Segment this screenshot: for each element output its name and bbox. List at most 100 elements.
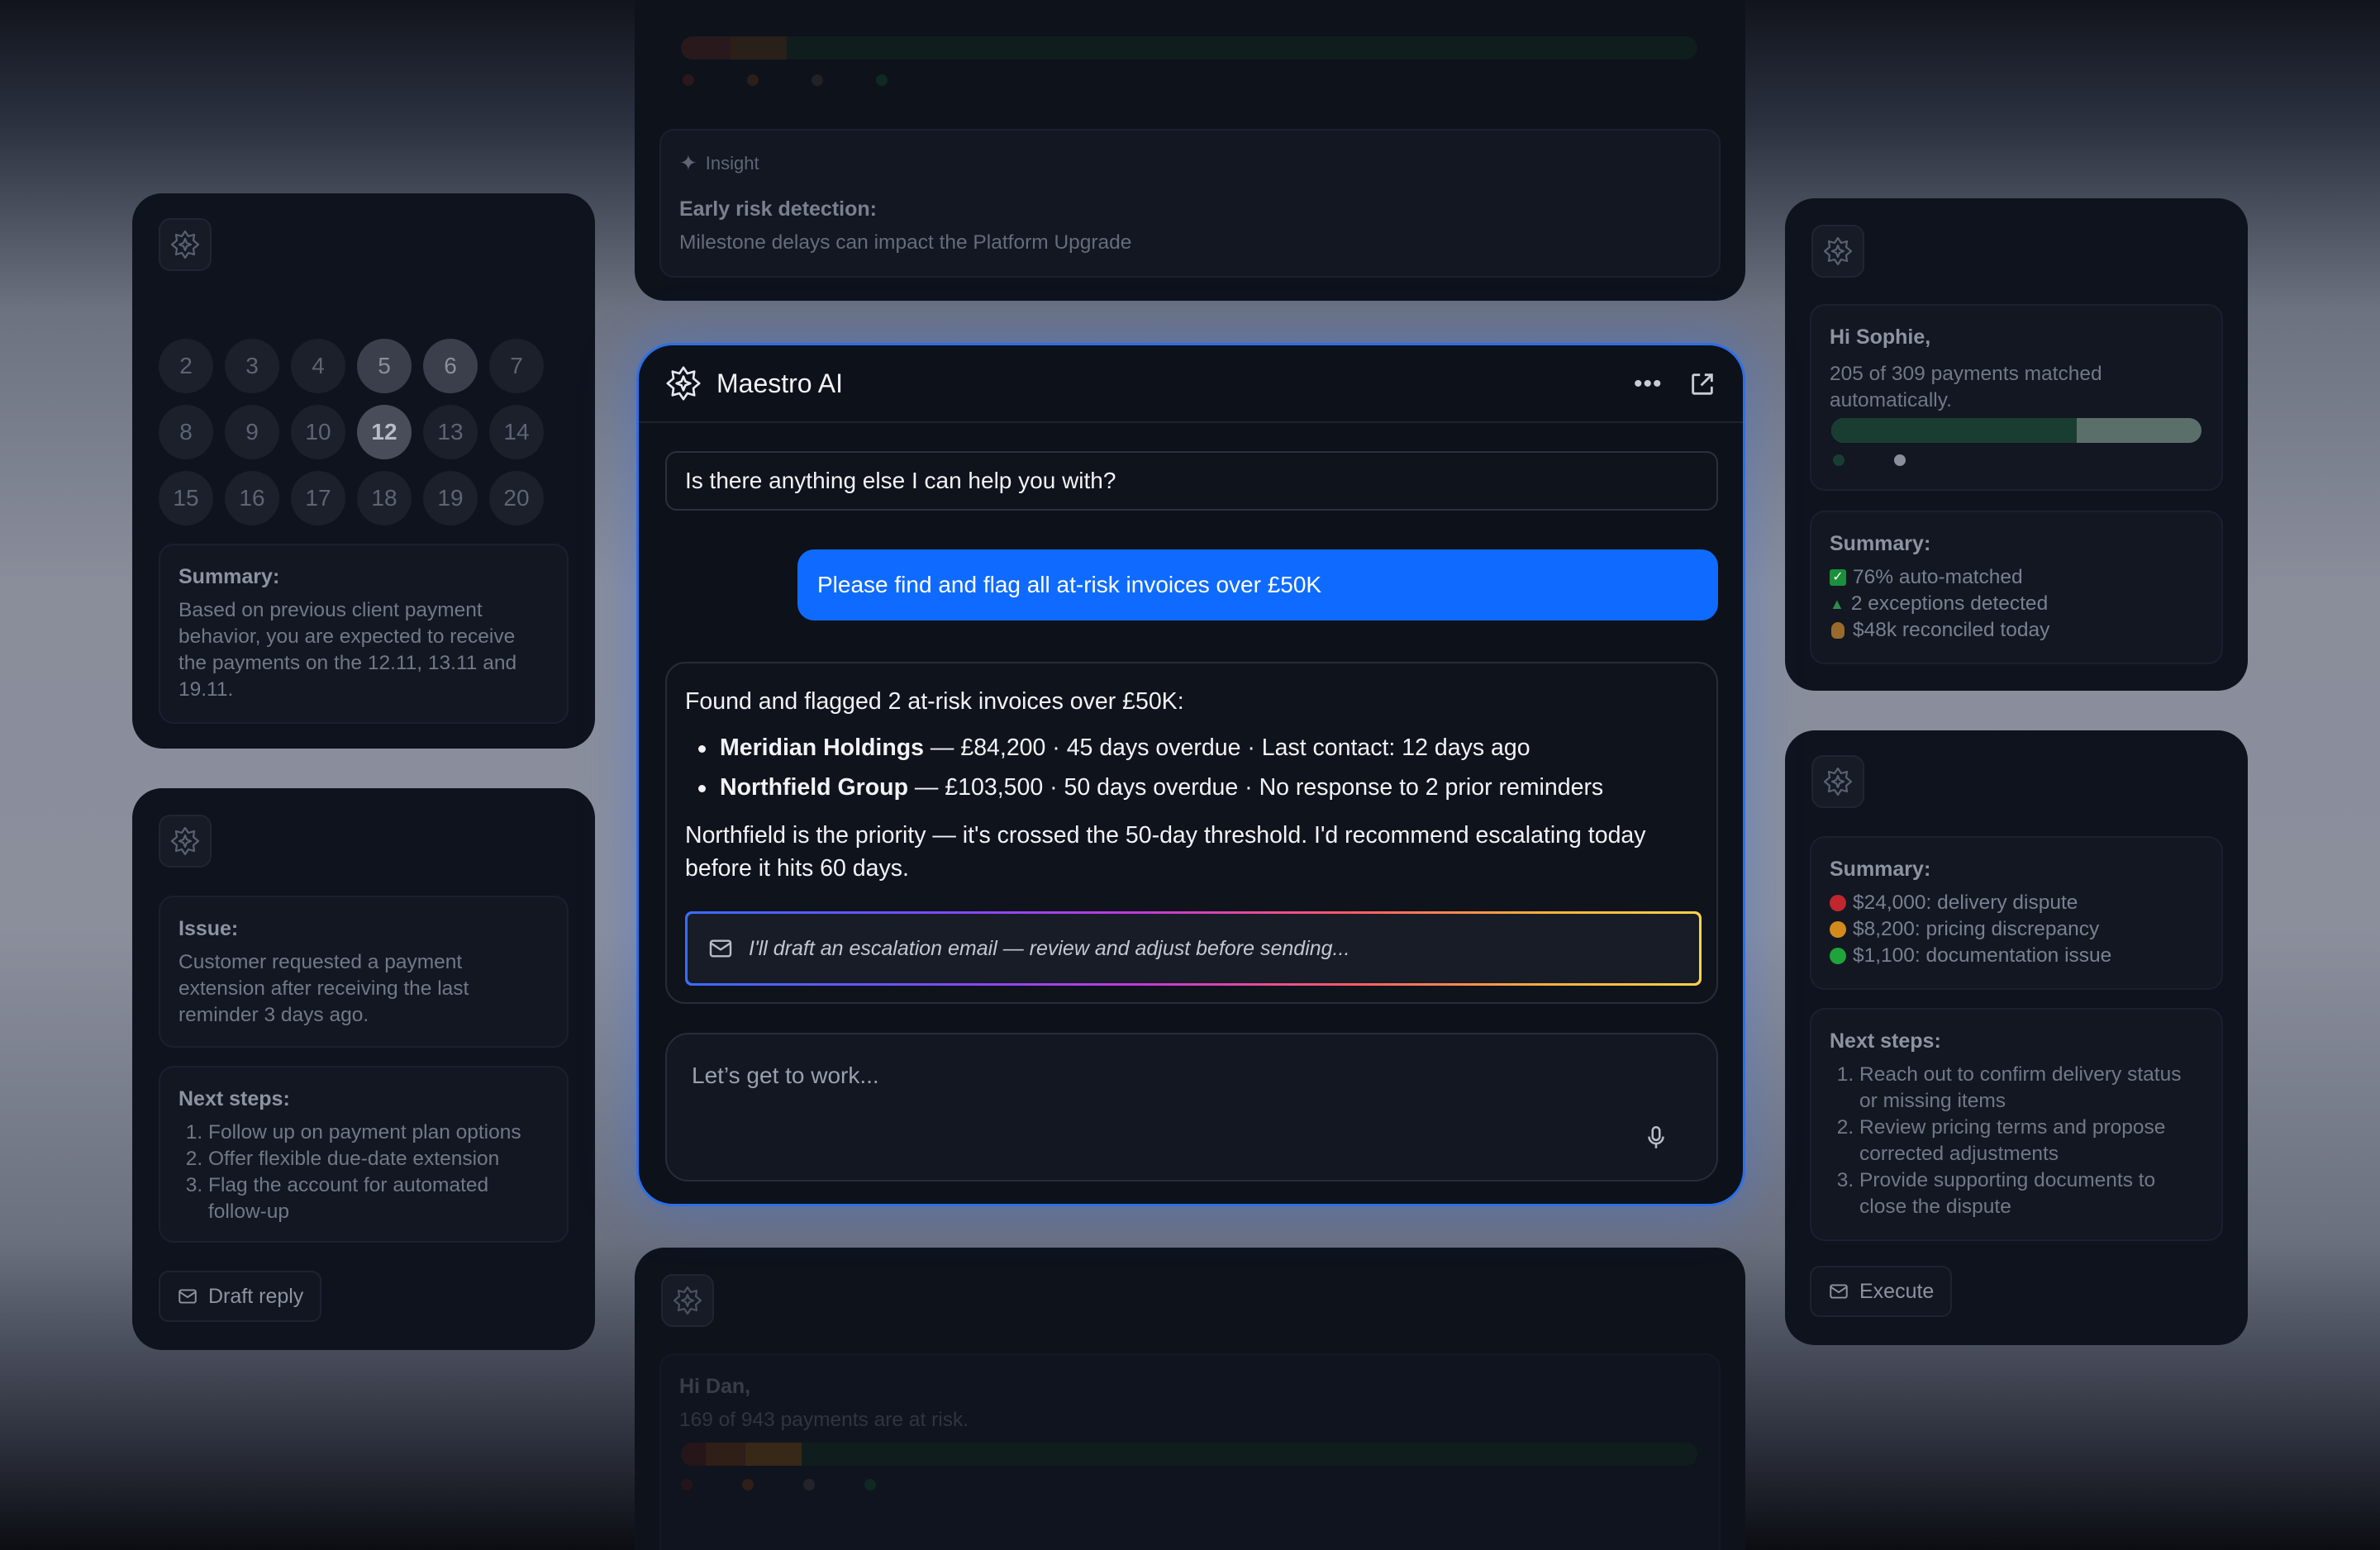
maestro-logo-icon bbox=[159, 815, 212, 868]
calendar-day-selected[interactable]: 12 bbox=[357, 405, 412, 459]
summary-item: $48k reconciled today bbox=[1830, 617, 2203, 644]
chat-header: Maestro AI ••• bbox=[639, 345, 1743, 423]
summary-title: Summary: bbox=[1830, 532, 1931, 555]
chat-input[interactable]: Let’s get to work... bbox=[665, 1033, 1718, 1182]
summary-item: ✓ 76% auto-matched bbox=[1830, 564, 2203, 591]
issue-text: Customer requested a payment extension a… bbox=[178, 951, 469, 1026]
matching-legend bbox=[1833, 454, 1906, 466]
next-steps-title: Next steps: bbox=[1830, 1029, 1941, 1053]
money-bag-icon bbox=[1831, 622, 1844, 639]
execute-label: Execute bbox=[1859, 1279, 1935, 1303]
check-icon: ✓ bbox=[1830, 569, 1846, 586]
next-steps-card: Next steps: Follow up on payment plan op… bbox=[159, 1066, 569, 1243]
maestro-logo-icon bbox=[159, 218, 212, 271]
summary-title: Summary: bbox=[1830, 858, 1931, 881]
matching-summary-card: Summary: ✓ 76% auto-matched ▲ 2 exceptions… bbox=[1810, 511, 2223, 664]
microphone-icon[interactable] bbox=[1642, 1124, 1670, 1152]
calendar-grid: 2 3 4 5 6 7 8 9 10 12 13 14 15 16 17 18 … bbox=[159, 339, 544, 525]
insight-text: Milestone delays can impact the Platform… bbox=[679, 231, 1132, 254]
greeting: Hi Sophie, bbox=[1830, 326, 1931, 349]
red-status-icon bbox=[1830, 895, 1846, 911]
user-message-bubble: Please find and flag all at-risk invoice… bbox=[797, 549, 1718, 620]
calendar-day[interactable]: 4 bbox=[291, 339, 345, 393]
calendar-day[interactable]: 3 bbox=[225, 339, 279, 393]
calendar-day[interactable]: 20 bbox=[489, 471, 544, 525]
risk-card: Hi Dan, 169 of 943 payments are at risk. bbox=[659, 1353, 1721, 1550]
greeting: Hi Dan, bbox=[679, 1375, 751, 1398]
summary-item: $24,000: delivery dispute bbox=[1830, 890, 2203, 916]
maestro-logo-icon bbox=[1811, 755, 1864, 808]
next-step-item: Reach out to confirm delivery status or … bbox=[1859, 1062, 2203, 1115]
next-step-item: Review pricing terms and propose correct… bbox=[1859, 1115, 2203, 1167]
top-insight-panel: ✦ Insight Early risk detection: Mileston… bbox=[635, 0, 1745, 301]
matching-text: 205 of 309 payments matched automaticall… bbox=[1830, 363, 2102, 411]
insight-title: Early risk detection: bbox=[679, 197, 877, 221]
green-status-icon bbox=[1830, 948, 1846, 964]
dispute-summary-card: Summary: $24,000: delivery dispute $8,20… bbox=[1810, 836, 2223, 990]
next-steps-title: Next steps: bbox=[178, 1087, 290, 1110]
maestro-chat-window: Maestro AI ••• Is there anything else I … bbox=[636, 343, 1745, 1206]
insight-card: ✦ Insight Early risk detection: Mileston… bbox=[659, 129, 1721, 278]
risk-text: 169 of 943 payments are at risk. bbox=[679, 1409, 969, 1431]
matching-card: Hi Sophie, 205 of 309 payments matched a… bbox=[1810, 304, 2223, 491]
risk-progress-bar bbox=[681, 1443, 1697, 1466]
chat-input-placeholder: Let’s get to work... bbox=[692, 1063, 879, 1088]
sparkle-icon: ✦ bbox=[679, 150, 697, 175]
issue-card: Issue: Customer requested a payment exte… bbox=[159, 896, 569, 1048]
draft-text: I'll draft an escalation email — review … bbox=[749, 936, 1350, 960]
dispute-next-steps-card: Next steps: Reach out to confirm deliver… bbox=[1810, 1008, 2223, 1241]
calendar-day[interactable]: 2 bbox=[159, 339, 213, 393]
calendar-day[interactable]: 19 bbox=[423, 471, 478, 525]
assistant-prompt: Is there anything else I can help you wi… bbox=[665, 451, 1718, 511]
calendar-day[interactable]: 13 bbox=[423, 405, 478, 459]
top-progress-bar bbox=[681, 36, 1697, 59]
calendar-day[interactable]: 8 bbox=[159, 405, 213, 459]
assistant-answer: Found and flagged 2 at-risk invoices ove… bbox=[665, 662, 1718, 1004]
payment-matching-panel: Hi Sophie, 205 of 309 payments matched a… bbox=[1785, 198, 2248, 691]
summary-text: Based on previous client payment behavio… bbox=[178, 599, 517, 701]
risk-overview-panel: Hi Dan, 169 of 943 payments are at risk. bbox=[635, 1248, 1745, 1550]
mail-icon bbox=[1828, 1281, 1849, 1302]
calendar-day[interactable]: 17 bbox=[291, 471, 345, 525]
mail-icon bbox=[177, 1286, 198, 1307]
customer-issue-panel: Issue: Customer requested a payment exte… bbox=[132, 788, 595, 1350]
next-step-item: Provide supporting documents to close th… bbox=[1859, 1167, 2203, 1220]
payment-forecast-panel: 2 3 4 5 6 7 8 9 10 12 13 14 15 16 17 18 … bbox=[132, 193, 595, 749]
next-step-item: Flag the account for automated follow-up bbox=[208, 1172, 549, 1225]
calendar-day[interactable]: 18 bbox=[357, 471, 412, 525]
draft-reply-button[interactable]: Draft reply bbox=[159, 1271, 322, 1322]
matching-progress-bar bbox=[1831, 418, 2202, 443]
dispute-panel: Summary: $24,000: delivery dispute $8,20… bbox=[1785, 730, 2248, 1345]
invoice-item: Meridian Holdings — £84,200 · 45 days ov… bbox=[685, 728, 1698, 768]
answer-intro: Found and flagged 2 at-risk invoices ove… bbox=[685, 688, 1184, 715]
draft-escalation-email-button[interactable]: I'll draft an escalation email — review … bbox=[685, 911, 1702, 986]
summary-title: Summary: bbox=[178, 565, 280, 588]
summary-item: $8,200: pricing discrepancy bbox=[1830, 916, 2203, 943]
issue-title: Issue: bbox=[178, 917, 239, 940]
open-external-icon[interactable] bbox=[1688, 370, 1716, 398]
execute-button[interactable]: Execute bbox=[1810, 1266, 1953, 1317]
calendar-day-selected[interactable]: 5 bbox=[357, 339, 412, 393]
draft-reply-label: Draft reply bbox=[208, 1284, 304, 1308]
forecast-summary-card: Summary: Based on previous client paymen… bbox=[159, 544, 569, 724]
calendar-day[interactable]: 7 bbox=[489, 339, 544, 393]
insight-tag: Insight bbox=[705, 152, 759, 174]
maestro-logo-icon bbox=[661, 1274, 714, 1327]
maestro-logo-icon bbox=[1811, 225, 1864, 278]
calendar-day[interactable]: 14 bbox=[489, 405, 544, 459]
orange-status-icon bbox=[1830, 921, 1846, 938]
summary-item: ▲ 2 exceptions detected bbox=[1830, 591, 2203, 617]
calendar-day[interactable]: 9 bbox=[225, 405, 279, 459]
more-options-icon[interactable]: ••• bbox=[1634, 370, 1663, 398]
calendar-day[interactable]: 10 bbox=[291, 405, 345, 459]
calendar-day[interactable]: 15 bbox=[159, 471, 213, 525]
mail-icon bbox=[707, 935, 734, 962]
calendar-day-selected[interactable]: 6 bbox=[423, 339, 478, 393]
next-step-item: Offer flexible due-date extension bbox=[208, 1146, 549, 1172]
invoice-list: Meridian Holdings — £84,200 · 45 days ov… bbox=[685, 728, 1698, 807]
top-legend bbox=[683, 74, 888, 86]
calendar-day[interactable]: 16 bbox=[225, 471, 279, 525]
matched-fill bbox=[1831, 418, 2078, 443]
invoice-item: Northfield Group — £103,500 · 50 days ov… bbox=[685, 768, 1698, 807]
chat-title: Maestro AI bbox=[716, 368, 843, 398]
